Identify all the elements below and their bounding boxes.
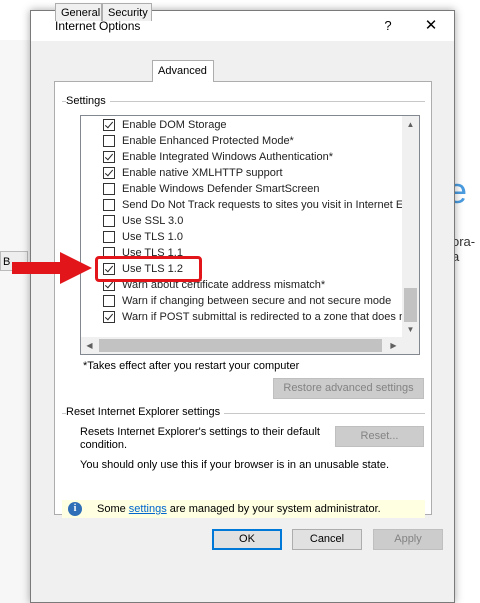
tab-general[interactable]: General [55, 3, 102, 21]
settings-item-label: Enable Integrated Windows Authentication… [122, 151, 333, 163]
cancel-button[interactable]: Cancel [292, 529, 362, 550]
settings-item-label: Enable Windows Defender SmartScreen [122, 183, 320, 195]
restore-advanced-settings-button[interactable]: Restore advanced settings [273, 378, 424, 399]
settings-item-label: Warn if changing between secure and not … [122, 295, 392, 307]
checkbox[interactable] [103, 311, 115, 323]
scroll-up-arrow-icon[interactable]: ▲ [402, 116, 419, 133]
checkbox[interactable] [103, 167, 115, 179]
settings-item-label: Enable DOM Storage [122, 119, 227, 131]
tab-security[interactable]: Security [102, 3, 152, 21]
reset-group-label: Reset Internet Explorer settings [66, 406, 225, 418]
background-text-fragment: ora-a [452, 234, 476, 264]
scroll-right-arrow-icon[interactable]: ▶ [385, 337, 402, 354]
close-button[interactable]: ✕ [419, 16, 443, 36]
checkbox[interactable] [103, 215, 115, 227]
reset-description: Resets Internet Explorer's settings to t… [80, 426, 320, 451]
settings-item-label: Warn if POST submittal is redirected to … [122, 311, 406, 323]
annotation-arrow-icon [12, 252, 92, 284]
vertical-scroll-thumb[interactable] [404, 288, 417, 322]
tls12-highlight-box [95, 256, 202, 282]
horizontal-scroll-thumb[interactable] [99, 339, 382, 352]
info-icon: i [68, 502, 82, 516]
checkbox[interactable] [103, 199, 115, 211]
settings-item-label: Send Do Not Track requests to sites you … [122, 199, 404, 211]
settings-item-label: Use SSL 3.0 [122, 215, 184, 227]
admin-notice-suffix: are managed by your system administrator… [166, 503, 381, 515]
settings-item-label: Enable Enhanced Protected Mode* [122, 135, 294, 147]
settings-item-label: Use TLS 1.0 [122, 231, 183, 243]
admin-notice: Some settings are managed by your system… [97, 503, 381, 515]
settings-divider [62, 101, 425, 102]
reset-warning: You should only use this if your browser… [80, 459, 389, 471]
checkbox[interactable] [103, 295, 115, 307]
scroll-down-arrow-icon[interactable]: ▼ [402, 321, 419, 338]
restart-note: *Takes effect after you restart your com… [83, 360, 300, 372]
ok-button[interactable]: OK [212, 529, 282, 550]
checkbox[interactable] [103, 231, 115, 243]
horizontal-scrollbar[interactable]: ◀ ▶ [81, 337, 419, 354]
settings-listbox[interactable]: Enable DOM Storage Enable Enhanced Protec… [80, 115, 420, 355]
vertical-scrollbar[interactable]: ▲ ▼ [402, 116, 419, 338]
settings-link[interactable]: settings [129, 503, 167, 515]
help-button[interactable]: ? [378, 16, 398, 36]
reset-button[interactable]: Reset... [335, 426, 424, 447]
settings-group-label: Settings [66, 95, 110, 107]
checkbox[interactable] [103, 135, 115, 147]
tab-advanced[interactable]: Advanced [152, 60, 214, 82]
admin-notice-prefix: Some [97, 503, 129, 515]
checkbox[interactable] [103, 151, 115, 163]
background-left-pane [0, 40, 31, 603]
checkbox[interactable] [103, 183, 115, 195]
settings-item-label: Enable native XMLHTTP support [122, 167, 283, 179]
apply-button[interactable]: Apply [373, 529, 443, 550]
checkbox[interactable] [103, 119, 115, 131]
scroll-left-arrow-icon[interactable]: ◀ [81, 337, 98, 354]
